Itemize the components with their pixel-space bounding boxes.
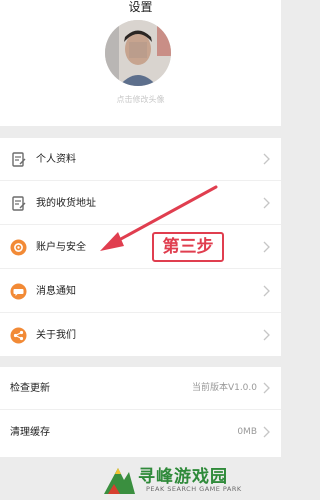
menu-item-label: 个人资料 [36, 154, 76, 165]
chevron-right-icon [263, 153, 270, 165]
watermark: 寻峰游戏园 PEAK SEARCH GAME PARK [100, 460, 281, 500]
page-title: 设置 [128, 0, 153, 14]
menu-item-clear-cache[interactable]: 清理缓存 0MB [0, 411, 281, 454]
profile-doc-icon [12, 152, 26, 167]
settings-group-system: 检查更新 当前版本V1.0.0 清理缓存 0MB [0, 367, 281, 457]
profile-header: 设置 点击修改头像 [0, 0, 281, 126]
menu-item-label: 清理缓存 [10, 427, 50, 438]
watermark-logo-icon [104, 468, 135, 494]
chevron-right-icon [263, 382, 270, 394]
menu-item-about[interactable]: 关于我们 [0, 314, 281, 357]
menu-item-label: 检查更新 [10, 383, 50, 394]
chevron-right-icon [263, 197, 270, 209]
watermark-title: 寻峰游戏园 [138, 467, 228, 487]
share-icon [10, 327, 27, 344]
gear-icon [10, 239, 27, 256]
watermark-subtitle: PEAK SEARCH GAME PARK [146, 485, 242, 493]
chevron-right-icon [263, 285, 270, 297]
menu-item-label: 消息通知 [36, 286, 76, 297]
menu-item-profile[interactable]: 个人资料 [0, 138, 281, 181]
menu-item-label: 我的收货地址 [36, 198, 96, 209]
chevron-right-icon [263, 329, 270, 341]
menu-item-check-update[interactable]: 检查更新 当前版本V1.0.0 [0, 367, 281, 410]
avatar-caption: 点击修改头像 [116, 95, 165, 104]
cache-size-value: 0MB [237, 427, 257, 437]
version-value: 当前版本V1.0.0 [191, 383, 257, 393]
menu-item-address[interactable]: 我的收货地址 [0, 182, 281, 225]
menu-item-account-security[interactable]: 账户与安全 [0, 226, 281, 269]
menu-item-notifications[interactable]: 消息通知 [0, 270, 281, 313]
chevron-right-icon [263, 426, 270, 438]
menu-item-label: 账户与安全 [36, 242, 86, 253]
settings-group-primary: 个人资料 我的收货地址 账户与安全 消息通知 关于我们 [0, 138, 281, 356]
chevron-right-icon [263, 241, 270, 253]
address-doc-icon [12, 196, 26, 211]
step-annotation: 第三步 [152, 232, 224, 262]
avatar[interactable] [105, 20, 171, 86]
menu-item-label: 关于我们 [36, 330, 76, 341]
message-icon [10, 283, 27, 300]
